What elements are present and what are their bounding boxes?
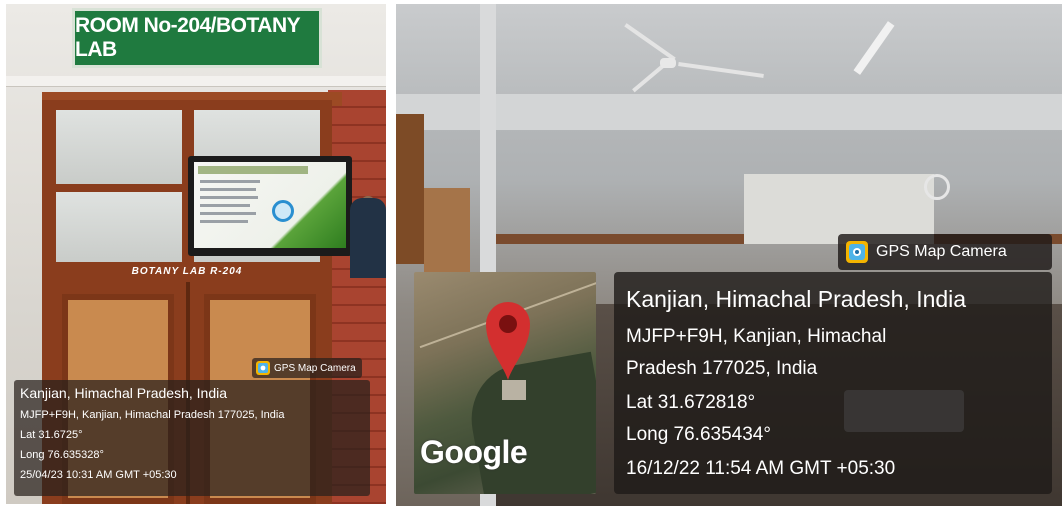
gps-camera-icon xyxy=(846,241,868,263)
door-glass-pane xyxy=(56,110,182,184)
slide-text-line xyxy=(200,204,250,207)
room-sign-text: ROOM No-204/BOTANY LAB xyxy=(75,14,300,61)
gps-map-camera-badge: GPS Map Camera xyxy=(838,234,1052,270)
slide-text-line xyxy=(200,196,258,199)
door-painted-label: BOTANY LAB R-204 xyxy=(131,266,243,277)
room-sign: ROOM No-204/BOTANY LAB xyxy=(72,8,322,68)
ceiling-fan-hub xyxy=(660,58,676,68)
location-title: Kanjian, Himachal Pradesh, India xyxy=(626,286,967,312)
location-title: Kanjian, Himachal Pradesh, India xyxy=(20,385,228,401)
badge-text: GPS Map Camera xyxy=(274,362,356,374)
presenter xyxy=(350,198,386,278)
latitude: Lat 31.672818° xyxy=(626,392,756,413)
slide-diagram xyxy=(272,200,294,222)
wall-fan xyxy=(924,174,950,200)
timestamp: 16/12/22 11:54 AM GMT +05:30 xyxy=(626,458,896,479)
slide-text-line xyxy=(200,188,256,191)
location-address-line1: MJFP+F9H, Kanjian, Himachal xyxy=(626,326,887,347)
location-address: MJFP+F9H, Kanjian, Himachal Pradesh 1770… xyxy=(20,409,285,421)
window-frame xyxy=(396,114,424,264)
longitude: Long 76.635434° xyxy=(626,424,771,445)
slide-text-line xyxy=(200,212,256,215)
longitude: Long 76.635328° xyxy=(20,449,104,461)
google-watermark: Google xyxy=(420,434,528,470)
slide-text-line xyxy=(200,220,248,223)
door-glass-pane xyxy=(56,192,182,262)
room-door xyxy=(424,188,470,278)
location-address-line2: Pradesh 177025, India xyxy=(626,358,818,379)
map-building xyxy=(502,380,526,400)
timestamp: 25/04/23 10:31 AM GMT +05:30 xyxy=(20,469,177,481)
gps-camera-icon xyxy=(256,361,270,375)
gps-map-camera-badge: GPS Map Camera xyxy=(252,358,362,378)
wall-pipe xyxy=(6,76,386,87)
latitude: Lat 31.6725° xyxy=(20,429,83,441)
location-pin-icon xyxy=(486,302,530,380)
badge-text: GPS Map Camera xyxy=(876,243,1007,260)
slide-title-bar xyxy=(198,166,308,174)
slide-text-line xyxy=(200,180,260,183)
